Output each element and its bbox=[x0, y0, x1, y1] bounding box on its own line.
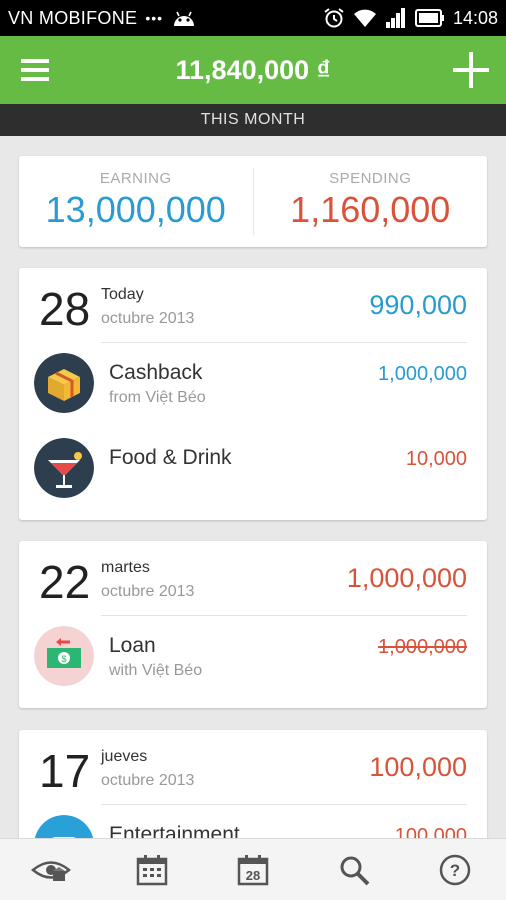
day-card: 22 martes octubre 2013 1,000,000 $ Loan … bbox=[19, 541, 487, 708]
day-header[interactable]: 22 martes octubre 2013 1,000,000 bbox=[19, 541, 487, 616]
transaction-amount: 1,000,000 bbox=[378, 636, 467, 658]
day-name: jueves bbox=[101, 748, 148, 765]
earning-summary: EARNING 13,000,000 bbox=[19, 156, 253, 247]
clock: 14:08 bbox=[452, 7, 498, 28]
help-glyph: ? bbox=[450, 861, 460, 880]
day-header[interactable]: 17 jueves octubre 2013 100,000 bbox=[19, 730, 487, 805]
transaction-row[interactable]: Food & Drink 10,000 bbox=[19, 428, 487, 513]
menu-icon[interactable] bbox=[0, 36, 70, 104]
spending-summary: SPENDING 1,160,000 bbox=[254, 156, 488, 247]
day-total: 100,000 bbox=[369, 752, 467, 782]
day-month: octubre 2013 bbox=[101, 310, 195, 327]
plus-icon[interactable] bbox=[436, 36, 506, 104]
gift-box-icon bbox=[34, 353, 94, 413]
transaction-name: Food & Drink bbox=[109, 446, 232, 469]
spending-value: 1,160,000 bbox=[290, 189, 451, 230]
day-number: 17 bbox=[39, 745, 91, 797]
summary-card: EARNING 13,000,000 SPENDING 1,160,000 bbox=[19, 156, 487, 247]
notification-dots: ••• bbox=[145, 10, 164, 26]
app-bar: 11,840,000 ₫ bbox=[0, 36, 506, 104]
carrier-name: VN MOBIFONE bbox=[8, 7, 138, 28]
transaction-row[interactable]: $ Loan with Việt Béo 1,000,000 bbox=[19, 616, 487, 701]
day-name: martes bbox=[101, 559, 150, 576]
calendar-month-icon[interactable] bbox=[101, 839, 202, 900]
transaction-amount: 10,000 bbox=[405, 448, 467, 470]
help-icon[interactable]: ? bbox=[405, 839, 506, 900]
wifi-icon bbox=[353, 8, 377, 28]
money-bill-icon: $ bbox=[34, 626, 94, 686]
day-total: 990,000 bbox=[369, 290, 467, 320]
transaction-row[interactable]: Cashback from Việt Béo 1,000,000 bbox=[19, 343, 487, 428]
day-total: 1,000,000 bbox=[346, 563, 467, 593]
earning-value: 13,000,000 bbox=[45, 189, 226, 230]
day-number: 22 bbox=[39, 556, 91, 608]
status-bar: VN MOBIFONE ••• 14:08 bbox=[0, 0, 506, 36]
day-header[interactable]: 28 Today octubre 2013 990,000 bbox=[19, 268, 487, 343]
earning-label: EARNING bbox=[99, 170, 172, 187]
day-card: 28 Today octubre 2013 990,000 Cashback f… bbox=[19, 268, 487, 520]
transaction-name: Cashback bbox=[109, 361, 203, 384]
bottom-toolbar: 28 ? bbox=[0, 838, 506, 900]
period-selector[interactable]: THIS MONTH bbox=[0, 104, 506, 136]
transaction-note: with Việt Béo bbox=[109, 662, 203, 679]
calendar-day-icon[interactable]: 28 bbox=[202, 839, 303, 900]
spending-label: SPENDING bbox=[329, 170, 412, 187]
day-number: 28 bbox=[39, 283, 91, 335]
transaction-note: from Việt Béo bbox=[109, 389, 206, 406]
search-icon[interactable] bbox=[304, 839, 405, 900]
android-icon bbox=[171, 8, 197, 28]
alarm-icon bbox=[323, 7, 345, 29]
eye-icon[interactable] bbox=[0, 839, 101, 900]
battery-icon bbox=[414, 9, 445, 27]
day-name: Today bbox=[101, 286, 144, 303]
day-month: octubre 2013 bbox=[101, 772, 195, 789]
balance-title[interactable]: 11,840,000 ₫ bbox=[70, 55, 436, 86]
transaction-name: Loan bbox=[109, 634, 156, 657]
svg-text:$: $ bbox=[61, 654, 66, 664]
transaction-amount: 1,000,000 bbox=[378, 363, 467, 385]
day-month: octubre 2013 bbox=[101, 583, 195, 600]
calendar-day-number: 28 bbox=[246, 868, 260, 883]
signal-icon bbox=[385, 8, 407, 28]
cocktail-icon bbox=[34, 438, 94, 498]
